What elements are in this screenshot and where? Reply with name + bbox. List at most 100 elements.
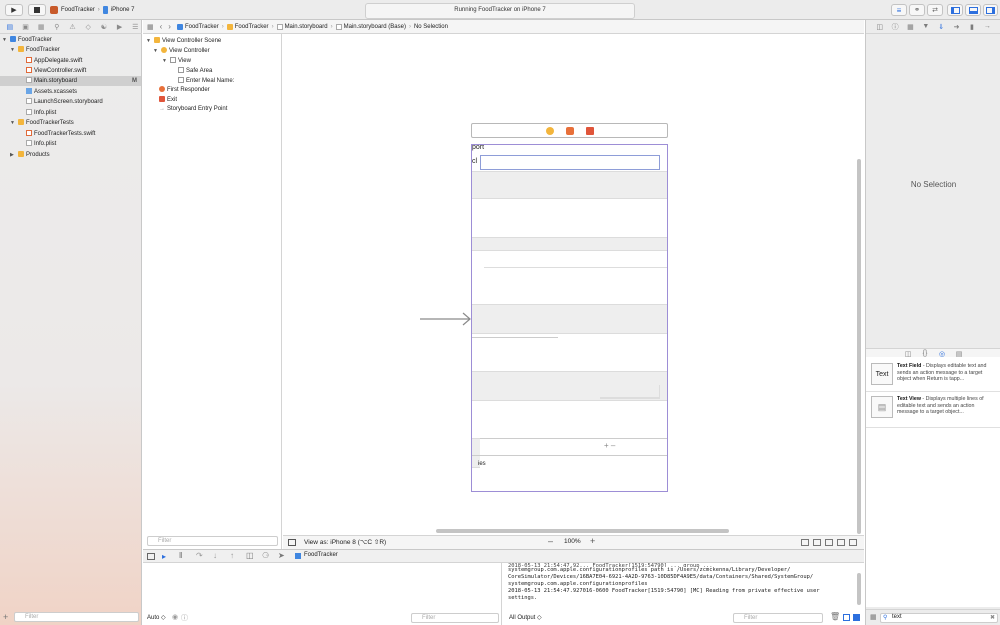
clear-search-icon[interactable]: ✖ bbox=[990, 614, 995, 621]
view-hierarchy-icon[interactable]: ◫ bbox=[246, 551, 254, 560]
disclosure-open-icon[interactable]: ▼ bbox=[0, 35, 10, 45]
grid-view-icon[interactable]: ▦ bbox=[870, 613, 877, 621]
forward-icon[interactable]: › bbox=[168, 22, 171, 31]
test-icon[interactable]: ◇ bbox=[81, 22, 95, 32]
add-icon[interactable]: + bbox=[3, 612, 8, 622]
console-scrollbar[interactable] bbox=[857, 573, 861, 605]
back-icon[interactable]: ‹ bbox=[160, 22, 163, 31]
meal-name-text-field[interactable] bbox=[480, 155, 660, 170]
symbol-icon[interactable]: ▦ bbox=[34, 22, 48, 32]
location-icon[interactable]: ➤ bbox=[278, 551, 285, 560]
pause-icon[interactable]: ‖ bbox=[179, 551, 182, 560]
library-item-text-view[interactable]: ▤ Text View - Displays multiple lines of… bbox=[866, 392, 1000, 428]
disclosure-open-icon[interactable]: ▼ bbox=[0, 45, 18, 55]
library-item-text-field[interactable]: Text Text Field - Displays editable text… bbox=[866, 359, 1000, 392]
outline-item[interactable]: Exit bbox=[159, 96, 177, 105]
scene-dock[interactable] bbox=[471, 123, 668, 138]
breadcrumb-selection[interactable]: No Selection bbox=[414, 24, 448, 30]
navigator-filter-field[interactable]: Filter bbox=[14, 612, 139, 622]
stepper-fragment[interactable] bbox=[659, 385, 667, 399]
add-remove-control[interactable]: + – bbox=[604, 441, 615, 450]
toggle-navigator-button[interactable] bbox=[947, 4, 963, 16]
disclosure-open-icon[interactable]: ▼ bbox=[0, 118, 18, 128]
pin-icon[interactable] bbox=[825, 539, 833, 546]
tree-item-folder[interactable]: ▼ FoodTrackerTests bbox=[0, 118, 141, 128]
run-button[interactable]: ▶ bbox=[5, 4, 23, 16]
outline-item[interactable]: ▼ View Controller Scene bbox=[146, 37, 221, 46]
eye-icon[interactable]: ◉ bbox=[172, 613, 178, 621]
outline-item[interactable]: Safe Area bbox=[178, 67, 212, 76]
version-editor-button[interactable]: ⇄ bbox=[927, 4, 943, 16]
step-in-icon[interactable]: ↓ bbox=[213, 551, 217, 560]
first-responder-icon[interactable] bbox=[566, 127, 574, 135]
disclosure-open-icon[interactable]: ▼ bbox=[162, 57, 170, 66]
assistant-editor-button[interactable]: ⚭ bbox=[909, 4, 925, 16]
connections-inspector-icon[interactable]: ➜ bbox=[952, 22, 961, 31]
tree-item-file-selected[interactable]: Main.storyboard M bbox=[0, 76, 141, 86]
memory-graph-icon[interactable]: ⚆ bbox=[262, 551, 269, 560]
outline-item[interactable]: → Storyboard Entry Point bbox=[159, 105, 227, 114]
hide-debug-area-icon[interactable] bbox=[147, 553, 155, 560]
breakpoints-icon[interactable]: ▸ bbox=[162, 552, 166, 561]
output-filter-popup[interactable]: All Output ◇ bbox=[509, 614, 542, 621]
view-as-label[interactable]: View as: iPhone 8 (⌥C ⇧R) bbox=[304, 538, 386, 546]
breakpoint-icon[interactable]: ▶ bbox=[113, 22, 127, 32]
tree-item-file[interactable]: ViewController.swift bbox=[0, 66, 141, 76]
entry-point-arrow[interactable] bbox=[420, 312, 472, 326]
quick-help-icon[interactable]: ⓘ bbox=[891, 22, 900, 31]
variables-toggle-icon[interactable] bbox=[843, 614, 850, 621]
canvas-horizontal-scrollbar[interactable] bbox=[436, 529, 729, 533]
scheme-selector[interactable]: FoodTracker › iPhone 7 bbox=[50, 4, 134, 16]
size-inspector-icon[interactable]: ⇓ bbox=[937, 22, 946, 31]
resolve-issues-icon[interactable] bbox=[837, 539, 845, 546]
library-search-field[interactable]: ⚲ text ✖ bbox=[880, 613, 998, 623]
tree-item-file[interactable]: Info.plist bbox=[0, 108, 141, 118]
breadcrumb-file[interactable]: Main.storyboard bbox=[285, 24, 328, 30]
scene-view[interactable]: port cl + – ies bbox=[471, 144, 668, 492]
resizing-icon[interactable] bbox=[849, 539, 857, 546]
related-items-icon[interactable]: ▦ bbox=[147, 23, 154, 31]
disclosure-closed-icon[interactable]: ▶ bbox=[0, 150, 18, 160]
step-over-icon[interactable]: ↷ bbox=[196, 551, 203, 560]
debug-target-label[interactable]: FoodTracker bbox=[304, 552, 338, 558]
info-icon[interactable]: ⓘ bbox=[181, 613, 188, 623]
attributes-inspector-icon[interactable]: ▼ bbox=[921, 22, 930, 31]
outline-item[interactable]: First Responder bbox=[159, 86, 210, 95]
trash-icon[interactable]: 🗑 bbox=[830, 612, 840, 621]
debug-icon[interactable]: ☯ bbox=[97, 22, 111, 32]
breadcrumb-project[interactable]: FoodTracker bbox=[185, 24, 219, 30]
stop-button[interactable] bbox=[28, 4, 46, 16]
identity-inspector-icon[interactable]: ▦ bbox=[906, 22, 915, 31]
auto-scope-popup[interactable]: Auto ◇ bbox=[147, 614, 166, 621]
zoom-in-button[interactable]: + bbox=[590, 536, 595, 546]
align-icon[interactable] bbox=[813, 539, 821, 546]
tree-item-file[interactable]: LaunchScreen.storyboard bbox=[0, 97, 141, 107]
arrow-icon[interactable]: → bbox=[983, 22, 992, 31]
console-toggle-icon[interactable] bbox=[853, 614, 860, 621]
disclosure-open-icon[interactable]: ▼ bbox=[146, 37, 154, 46]
tree-item-file[interactable]: FoodTrackerTests.swift bbox=[0, 129, 141, 139]
outline-item[interactable]: ▼ View bbox=[162, 57, 191, 66]
toggle-debug-button[interactable] bbox=[965, 4, 981, 16]
outline-filter-field[interactable]: Filter bbox=[147, 536, 278, 546]
outline-item[interactable]: ▼ View Controller bbox=[153, 47, 210, 56]
tree-item-project[interactable]: ▼ FoodTracker bbox=[0, 35, 141, 45]
toggle-outline-icon[interactable] bbox=[288, 539, 296, 546]
breadcrumb-localization[interactable]: Main.storyboard (Base) bbox=[344, 24, 406, 30]
console-filter-field[interactable]: Filter bbox=[733, 613, 823, 623]
embed-in-stack-icon[interactable] bbox=[801, 539, 809, 546]
source-control-icon[interactable]: ▣ bbox=[19, 22, 33, 32]
step-out-icon[interactable]: ↑ bbox=[230, 551, 234, 560]
ruler-icon[interactable]: ▮ bbox=[967, 22, 976, 31]
tree-item-file[interactable]: Info.plist bbox=[0, 139, 141, 149]
toggle-inspector-button[interactable] bbox=[983, 4, 998, 16]
disclosure-open-icon[interactable]: ▼ bbox=[153, 47, 161, 56]
tree-item-folder[interactable]: ▶ Products bbox=[0, 150, 141, 160]
warning-icon[interactable]: ⚠ bbox=[66, 22, 80, 32]
outline-item[interactable]: Enter Meal Name: bbox=[178, 77, 234, 86]
search-icon[interactable]: ⚲ bbox=[50, 22, 64, 32]
breadcrumb-group[interactable]: FoodTracker bbox=[235, 24, 269, 30]
variables-filter-field[interactable]: Filter bbox=[411, 613, 499, 623]
zoom-out-button[interactable]: – bbox=[548, 536, 553, 546]
tree-item-file[interactable]: AppDelegate.swift bbox=[0, 56, 141, 66]
